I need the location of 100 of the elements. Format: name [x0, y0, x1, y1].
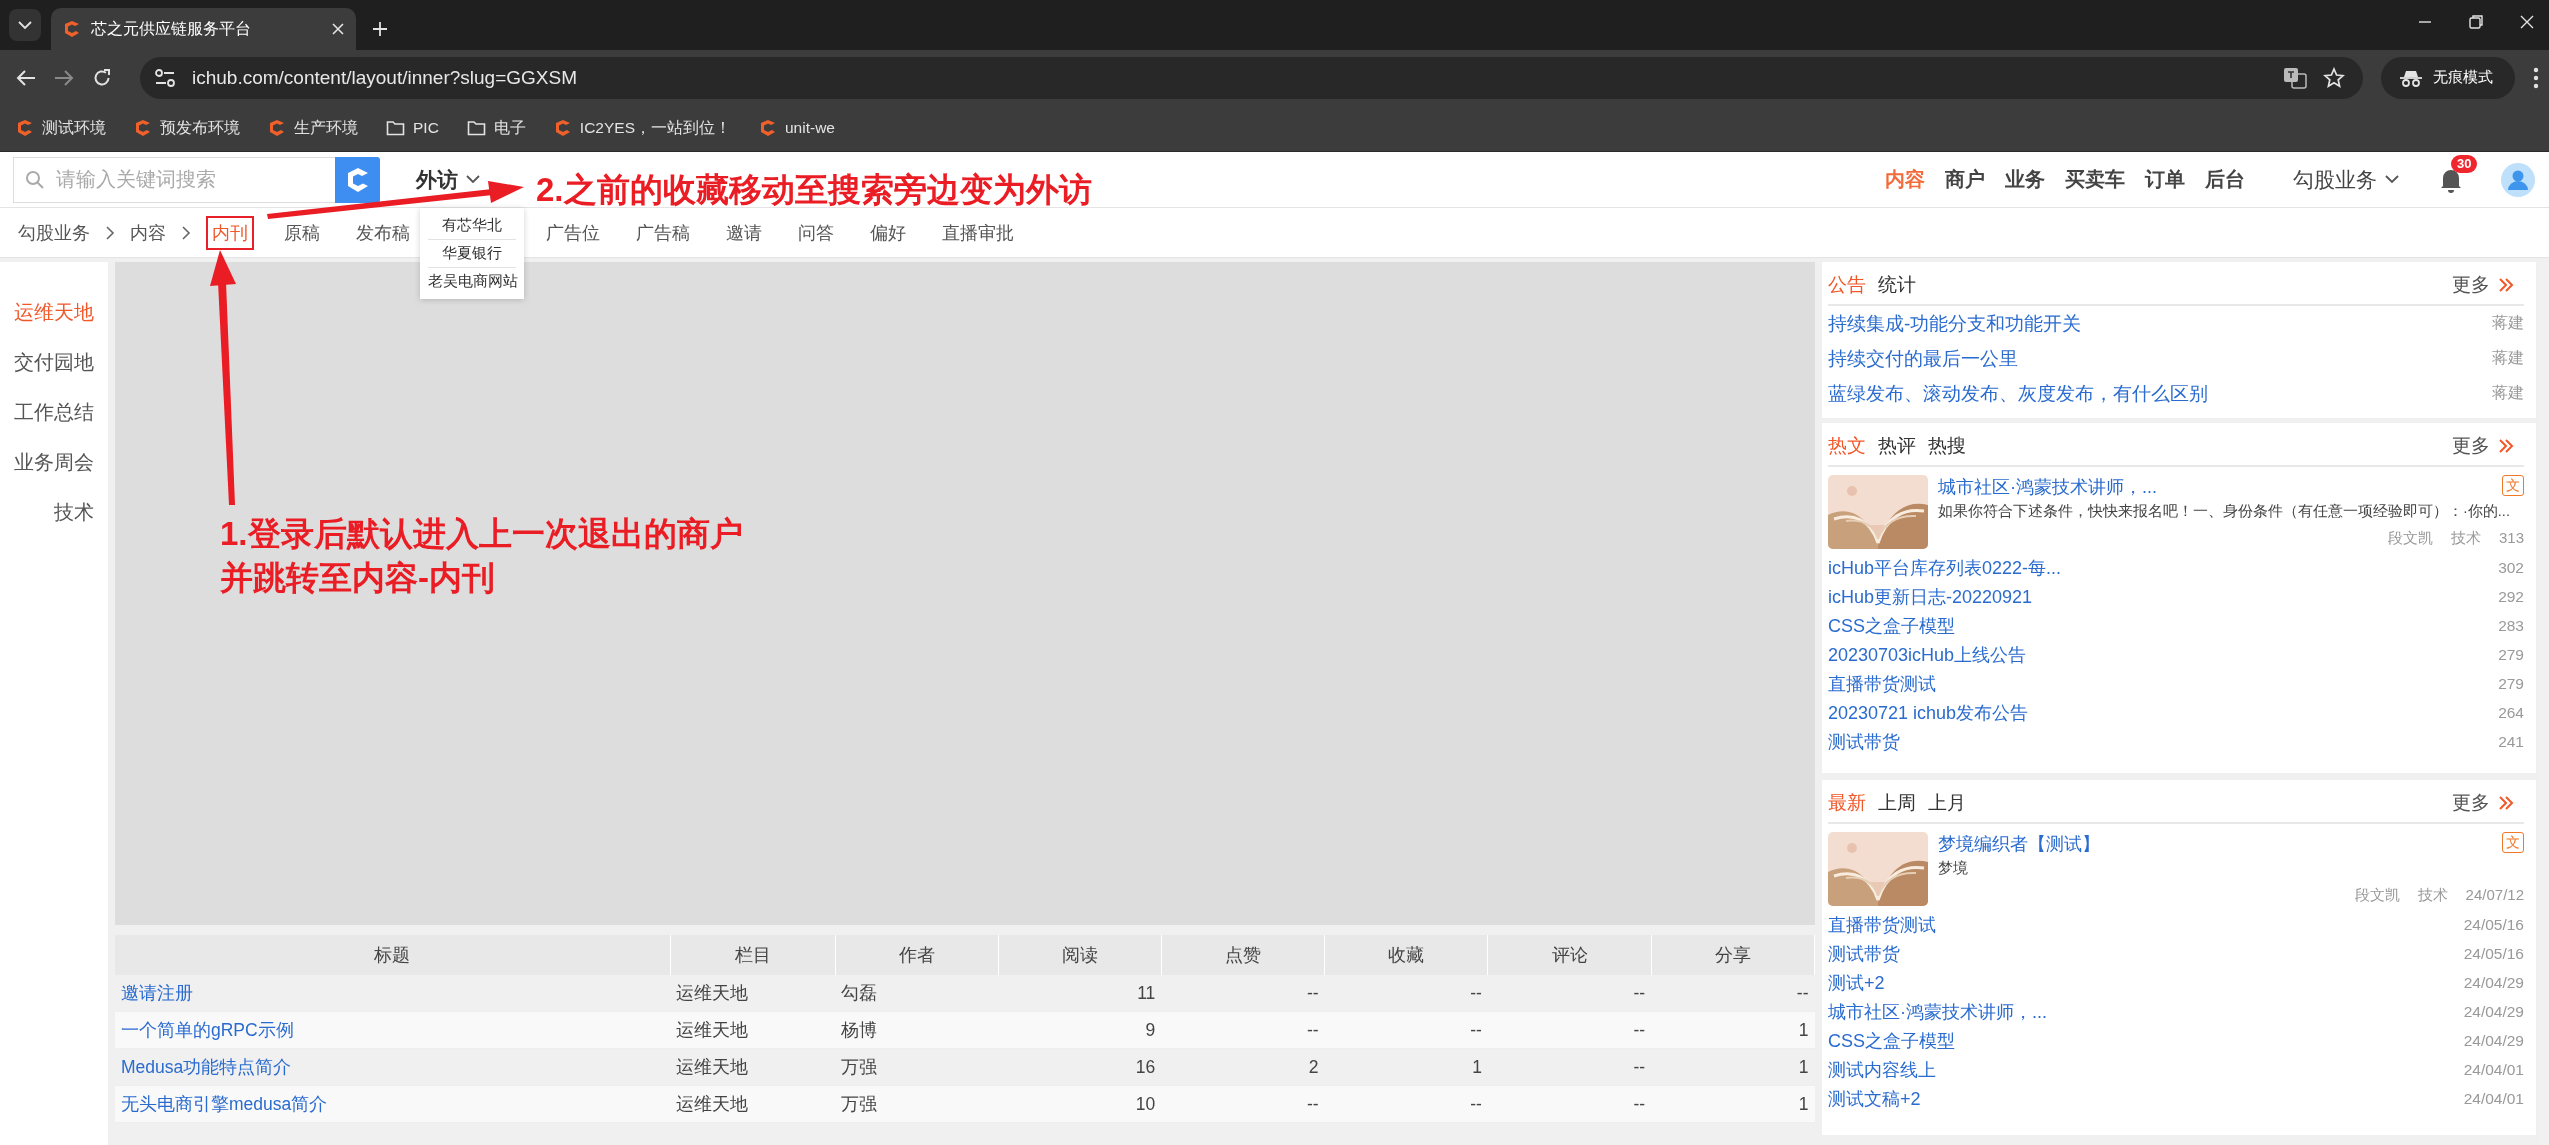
- article-link[interactable]: 测试内容线上: [1828, 1057, 1936, 1082]
- panel-tab[interactable]: 热文: [1828, 433, 1866, 459]
- type-badge: 文: [2502, 832, 2524, 853]
- nav-link[interactable]: 商户: [1945, 166, 1985, 193]
- tab-search-button[interactable]: [9, 9, 41, 41]
- more-link[interactable]: 更多: [2452, 433, 2514, 459]
- panel-tab[interactable]: 上周: [1878, 790, 1916, 816]
- bookmark[interactable]: 测试环境: [16, 117, 106, 139]
- bookmark[interactable]: PIC: [386, 119, 439, 137]
- search-button[interactable]: [335, 156, 380, 203]
- article-link[interactable]: 测试文稿+2: [1828, 1086, 1921, 1111]
- back-icon[interactable]: [16, 68, 36, 87]
- meta-text: 24/04/29: [2463, 973, 2524, 992]
- table-cell: 9: [998, 1011, 1162, 1049]
- table-cell: --: [1487, 975, 1652, 1012]
- bookmark[interactable]: 生产环境: [268, 117, 358, 139]
- panel-tab[interactable]: 公告: [1828, 272, 1866, 298]
- reload-icon[interactable]: [92, 67, 112, 88]
- panel-tab[interactable]: 热评: [1878, 433, 1916, 459]
- translate-icon[interactable]: [2283, 66, 2307, 89]
- article-link[interactable]: 测试+2: [1828, 970, 1885, 995]
- nav-tab[interactable]: 问答: [792, 215, 840, 250]
- nav-tab[interactable]: 发布稿: [350, 215, 416, 250]
- bookmark[interactable]: 预发布环境: [134, 117, 240, 139]
- table-cell: 万强: [835, 1085, 998, 1123]
- restore-icon[interactable]: [2468, 14, 2484, 30]
- more-link[interactable]: 更多: [2452, 272, 2514, 298]
- close-icon[interactable]: [2519, 14, 2535, 30]
- avatar-icon[interactable]: [2501, 162, 2535, 197]
- menu-item[interactable]: 华夏银行: [428, 239, 516, 268]
- meta-text: 264: [2498, 703, 2524, 722]
- nav-tab[interactable]: 广告稿: [630, 215, 696, 250]
- more-link[interactable]: 更多: [2452, 790, 2514, 816]
- incognito-button[interactable]: 无痕模式: [2381, 56, 2515, 99]
- sidebar-item[interactable]: 业务周会: [14, 437, 108, 487]
- nav-link[interactable]: 业务: [2005, 166, 2045, 193]
- title-link[interactable]: 邀请注册: [121, 983, 193, 1003]
- menu-item[interactable]: 老吴电商网站: [428, 267, 516, 295]
- article-link[interactable]: 梦境编织者【测试】: [1938, 832, 2100, 856]
- article-link[interactable]: 20230721 ichub发布公告: [1828, 700, 2029, 725]
- menu-item[interactable]: 有芯华北: [428, 211, 516, 240]
- category-text: 技术: [2450, 529, 2481, 548]
- close-icon[interactable]: [332, 23, 344, 35]
- article-link[interactable]: 直播带货测试: [1828, 912, 1936, 937]
- panel-tab[interactable]: 最新: [1828, 790, 1866, 816]
- article-link[interactable]: 20230703icHub上线公告: [1828, 642, 2027, 667]
- sidebar-item[interactable]: 交付园地: [14, 337, 108, 387]
- table-cell: 杨博: [835, 1011, 998, 1049]
- bookmark[interactable]: unit-we: [759, 119, 835, 137]
- sidebar-item[interactable]: 技术: [54, 487, 108, 537]
- site-info-icon[interactable]: [154, 67, 176, 88]
- new-tab-icon[interactable]: [372, 21, 388, 37]
- table-cell: 1: [1651, 1011, 1815, 1049]
- bookmark[interactable]: 电子: [466, 117, 526, 139]
- article-link[interactable]: 直播带货测试: [1828, 671, 1936, 696]
- article-link[interactable]: 城市社区·鸿蒙技术讲师，...: [1828, 999, 2047, 1024]
- nav-link[interactable]: 订单: [2145, 166, 2185, 193]
- meta-text: 24/04/01: [2463, 1060, 2524, 1079]
- caret-icon: [2385, 175, 2399, 184]
- sidebar-item[interactable]: 工作总结: [14, 387, 108, 437]
- article-link[interactable]: icHub平台库存列表0222-每...: [1828, 555, 2062, 580]
- nav-tab[interactable]: 邀请: [720, 215, 768, 250]
- forward-icon[interactable]: [54, 68, 74, 87]
- title-link[interactable]: Medusa功能特点简介: [121, 1057, 292, 1077]
- panel-tab[interactable]: 统计: [1878, 272, 1916, 298]
- star-icon[interactable]: [2323, 66, 2345, 89]
- bookmark[interactable]: IC2YES，一站到位！: [553, 117, 731, 139]
- article-link[interactable]: 测试带货: [1828, 729, 1900, 754]
- title-link[interactable]: 无头电商引擎medusa简介: [121, 1094, 328, 1114]
- breadcrumb-link[interactable]: 勾股业务: [18, 220, 90, 245]
- address-bar[interactable]: ichub.com/content/layout/inner?slug=GGXSM: [140, 56, 2363, 99]
- table-cell: 1: [1651, 1048, 1815, 1086]
- article-link[interactable]: CSS之盒子模型: [1828, 1028, 1955, 1053]
- visit-dropdown[interactable]: 外访: [416, 165, 480, 194]
- article-link[interactable]: icHub更新日志-20220921: [1828, 584, 2033, 609]
- article-link[interactable]: 测试带货: [1828, 941, 1900, 966]
- nav-tab[interactable]: 广告位: [540, 215, 606, 250]
- logo-icon: [16, 119, 34, 137]
- browser-tab[interactable]: 芯之元供应链服务平台: [51, 8, 356, 50]
- table-cell: 勾磊: [835, 975, 998, 1012]
- nav-link[interactable]: 买卖车: [2065, 166, 2125, 193]
- panel-tab[interactable]: 上月: [1928, 790, 1966, 816]
- menu-icon[interactable]: [2533, 66, 2539, 89]
- panel-tab[interactable]: 热搜: [1928, 433, 1966, 459]
- article-link[interactable]: 蓝绿发布、滚动发布、灰度发布，有什么区别: [1828, 380, 2208, 407]
- nav-tab[interactable]: 原稿: [278, 215, 326, 250]
- author-text: 段文凯: [2354, 886, 2400, 905]
- nav-tab[interactable]: 偏好: [864, 215, 912, 250]
- annotation-text: 1.登录后默认进入上一次退出的商户 并跳转至内容-内刊: [220, 514, 743, 598]
- meta-text: 279: [2498, 674, 2524, 693]
- breadcrumb-link[interactable]: 内容: [130, 220, 166, 245]
- article-link[interactable]: CSS之盒子模型: [1828, 613, 1955, 638]
- article-link[interactable]: 城市社区·鸿蒙技术讲师，...: [1938, 475, 2157, 499]
- search-field[interactable]: 请输入关键词搜索: [13, 156, 335, 203]
- article-link[interactable]: 持续交付的最后一公里: [1828, 345, 2018, 372]
- nav-link[interactable]: 后台: [2205, 166, 2245, 193]
- title-link[interactable]: 一个简单的gRPC示例: [121, 1020, 294, 1040]
- org-dropdown[interactable]: 勾股业务: [2293, 165, 2399, 194]
- nav-tab[interactable]: 直播审批: [936, 215, 1020, 250]
- article-link[interactable]: 持续集成-功能分支和功能开关: [1828, 310, 2082, 337]
